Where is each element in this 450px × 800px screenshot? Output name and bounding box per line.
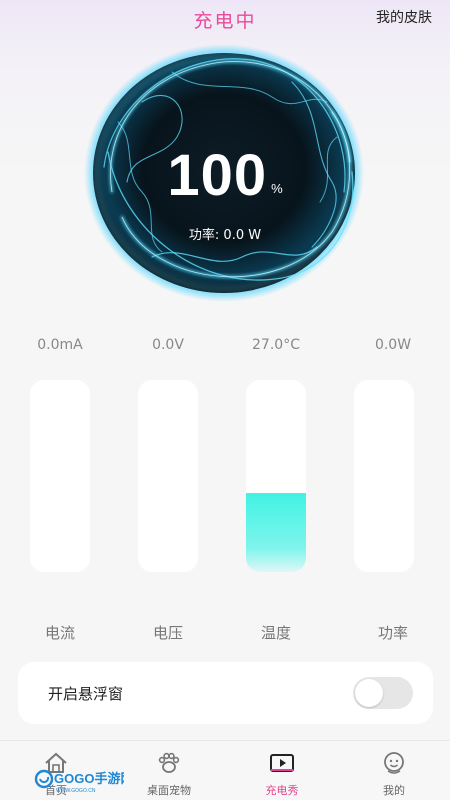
voltage-label: 电压 — [152, 624, 183, 642]
temperature-value: 27.0°C — [252, 337, 300, 353]
power-value: 0.0W — [374, 337, 412, 353]
battery-percent-value: 100 — [167, 143, 268, 208]
tab-charging-show[interactable]: 充电秀 — [226, 741, 338, 800]
watermark-text: GOGO手游网 — [54, 771, 124, 786]
tab-charging-show-label: 充电秀 — [265, 784, 299, 797]
current-label: 电流 — [44, 624, 75, 642]
voltage-value: 0.0V — [152, 337, 184, 353]
power-readout: 功率: 0.0 W — [188, 228, 262, 243]
paw-icon — [155, 749, 183, 777]
current-bar — [30, 380, 90, 572]
battery-percent-unit: % — [271, 181, 283, 196]
temperature-bar-fill — [246, 493, 306, 572]
current-value: 0.0mA — [37, 337, 83, 353]
face-icon — [380, 749, 408, 777]
watermark-logo: GOGO手游网 WWW.GOGO.CN — [34, 766, 124, 796]
temperature-label: 温度 — [260, 624, 291, 642]
floating-window-label: 开启悬浮窗 — [48, 685, 124, 703]
my-skin-button[interactable]: 我的皮肤 — [376, 7, 432, 27]
toggle-knob — [355, 679, 383, 707]
floating-window-toggle[interactable] — [353, 677, 413, 709]
tab-mine[interactable]: 我的 — [338, 741, 450, 800]
tab-desktop-pet[interactable]: 桌面宠物 — [113, 741, 225, 800]
voltage-bar — [138, 380, 198, 572]
watermark-url: WWW.GOGO.CN — [56, 788, 96, 794]
temperature-bar — [246, 380, 306, 572]
play-screen-icon — [268, 749, 296, 777]
tab-desktop-pet-label: 桌面宠物 — [147, 784, 191, 797]
power-bar — [354, 380, 414, 572]
battery-percent: 100% — [0, 142, 450, 209]
tab-mine-label: 我的 — [383, 784, 405, 797]
floating-window-card: 开启悬浮窗 — [18, 662, 433, 724]
header: 充电中 我的皮肤 — [0, 0, 450, 36]
power-label: 功率 — [377, 624, 408, 642]
